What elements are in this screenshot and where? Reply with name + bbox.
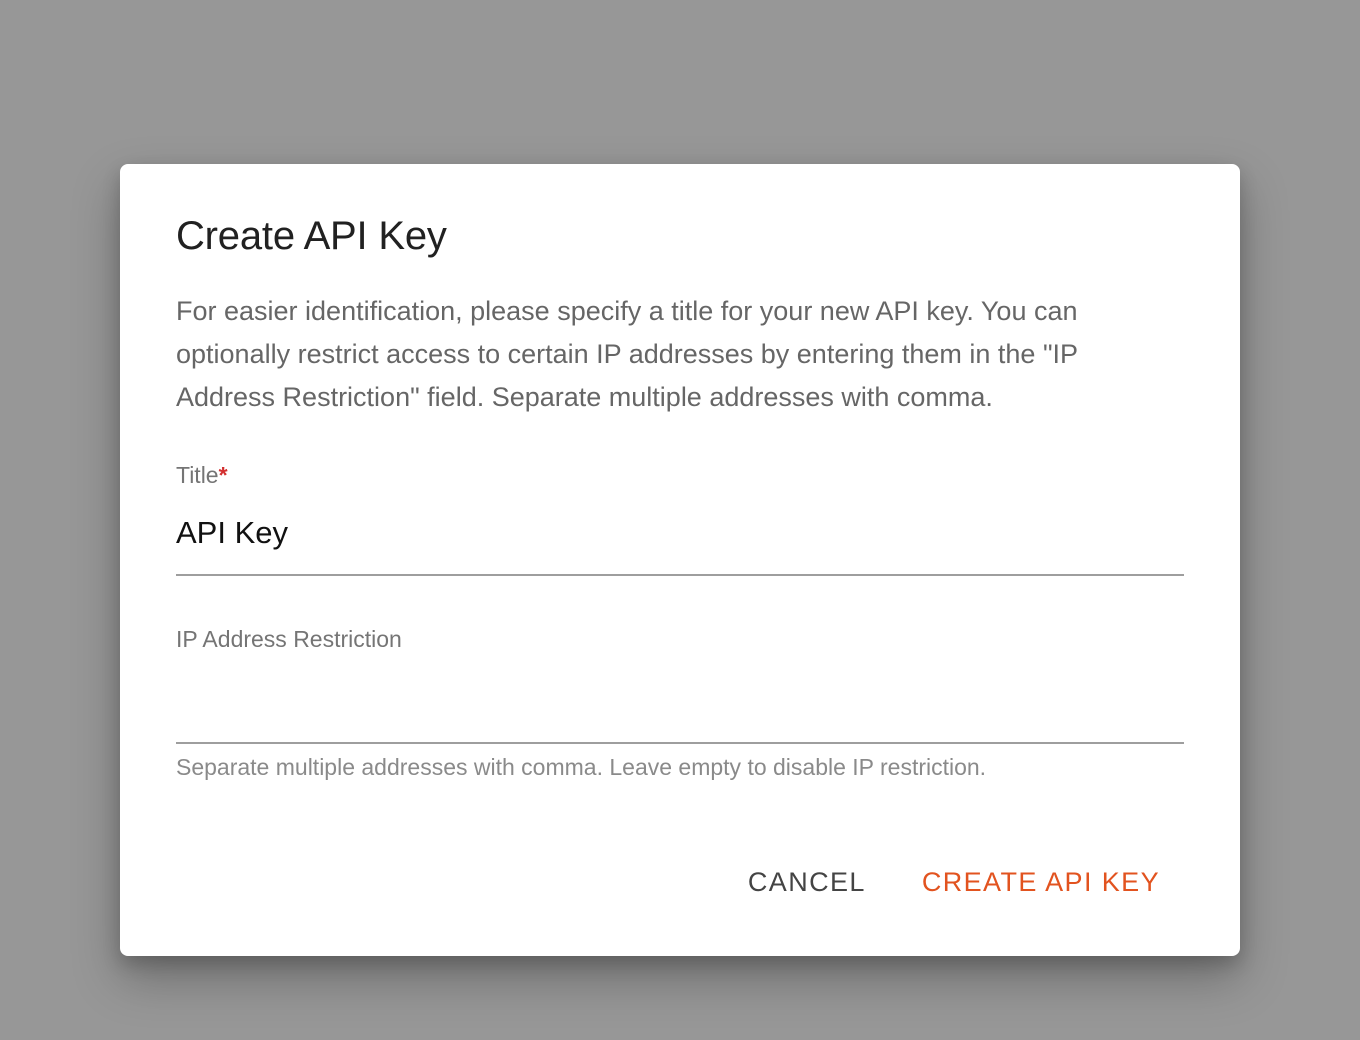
title-input[interactable]	[176, 510, 1184, 556]
ip-restriction-field: IP Address Restriction Separate multiple…	[176, 624, 1184, 784]
title-field-label: Title*	[176, 460, 228, 490]
ip-restriction-helper-text: Separate multiple addresses with comma. …	[176, 754, 987, 780]
create-api-key-button[interactable]: CREATE API KEY	[898, 857, 1184, 908]
title-field: Title*	[176, 460, 1184, 576]
cancel-button[interactable]: CANCEL	[724, 857, 890, 908]
create-api-key-dialog: Create API Key For easier identification…	[120, 164, 1240, 956]
dialog-actions: CANCEL CREATE API KEY	[724, 856, 1184, 908]
title-label-text: Title	[176, 462, 219, 488]
title-input-underline	[176, 574, 1184, 576]
required-mark: *	[218, 462, 228, 488]
ip-restriction-input[interactable]	[176, 674, 1184, 720]
dialog-description: For easier identification, please specif…	[176, 296, 1078, 412]
ip-restriction-label: IP Address Restriction	[176, 626, 402, 652]
ip-restriction-underline	[176, 742, 1184, 744]
dialog-title: Create API Key	[176, 214, 447, 258]
